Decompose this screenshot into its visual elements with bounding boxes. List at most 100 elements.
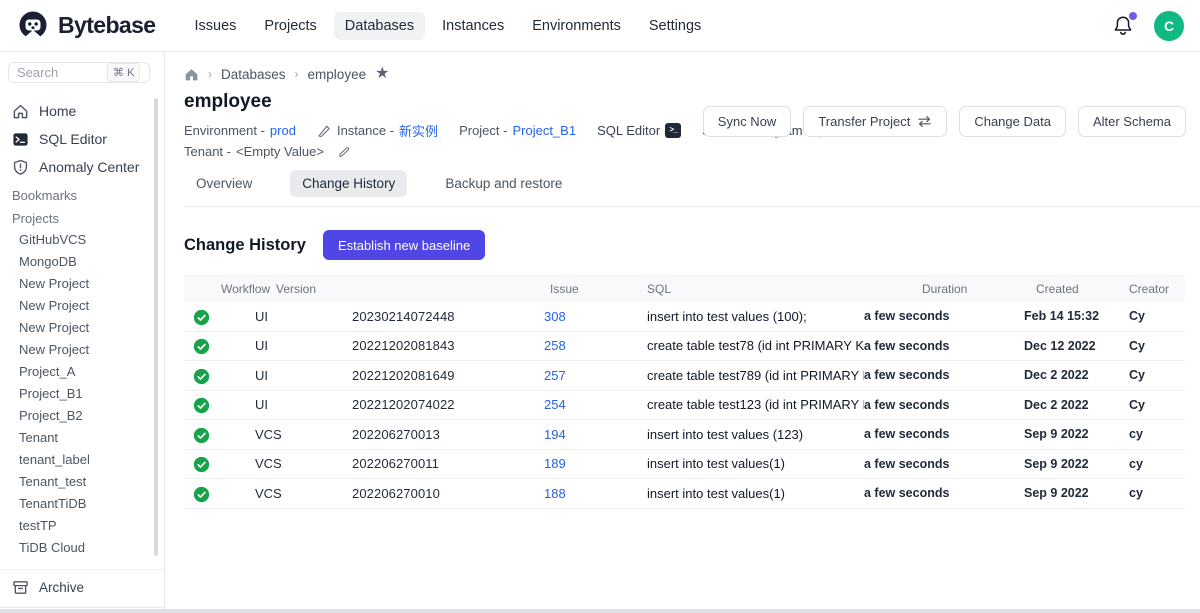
nav-item-settings[interactable]: Settings	[638, 12, 712, 40]
notifications-button[interactable]	[1112, 14, 1136, 38]
sql-cell: insert into test values (100);	[639, 309, 864, 324]
sidebar-item-label: Anomaly Center	[39, 159, 139, 175]
transfer-project-button[interactable]: Transfer Project	[803, 106, 947, 137]
issue-link[interactable]: 257	[544, 368, 566, 383]
search-input[interactable]	[17, 65, 103, 80]
environment-label: Environment -	[184, 123, 265, 138]
success-check-icon	[184, 366, 219, 385]
archive-icon	[12, 579, 29, 596]
sql-cell: create table test78 (id int PRIMARY KEY)	[639, 338, 864, 353]
duration-cell: a few seconds	[864, 398, 1024, 412]
success-check-icon	[184, 395, 219, 414]
project-item-testtp[interactable]: testTP	[0, 515, 164, 537]
workflow-cell: UI	[219, 338, 274, 353]
issue-link[interactable]: 258	[544, 338, 566, 353]
sidebar-item-home[interactable]: Home	[0, 97, 164, 125]
project-item-tidb-cloud[interactable]: TiDB Cloud	[0, 537, 164, 559]
issue-link[interactable]: 194	[544, 427, 566, 442]
top-nav: Bytebase IssuesProjectsDatabasesInstance…	[0, 0, 1200, 52]
created-cell: Dec 12 2022	[1024, 339, 1119, 353]
project-item-mongodb[interactable]: MongoDB	[0, 251, 164, 273]
tabs: Overview Change History Backup and restore	[184, 170, 1200, 197]
history-row[interactable]: UI20221202081843258create table test78 (…	[184, 332, 1185, 362]
edit-pencil-icon[interactable]	[337, 145, 351, 159]
button-label: Transfer Project	[818, 114, 910, 129]
version-cell: 20221202081649	[274, 368, 544, 383]
change-history-header: Change History Establish new baseline	[184, 230, 1200, 260]
project-item-githubvcs[interactable]: GitHubVCS	[0, 229, 164, 251]
search-box[interactable]: ⌘ K	[8, 62, 150, 83]
bytebase-logo[interactable]: Bytebase	[16, 9, 155, 43]
version-cell: 20230214072448	[274, 309, 544, 324]
environment-link[interactable]: prod	[270, 123, 296, 138]
breadcrumb-current[interactable]: employee	[308, 67, 367, 82]
home-icon	[12, 103, 29, 120]
project-item-new-project[interactable]: New Project	[0, 339, 164, 361]
sidebar-scrollbar[interactable]	[154, 98, 158, 556]
project-item-tenant-test[interactable]: Tenant_test	[0, 471, 164, 493]
project-item-tenant-label[interactable]: tenant_label	[0, 449, 164, 471]
sql-editor-link[interactable]: SQL Editor	[597, 123, 660, 138]
tenant-value: <Empty Value>	[236, 144, 324, 159]
project-item-new-project[interactable]: New Project	[0, 317, 164, 339]
breadcrumb-home-icon[interactable]	[184, 67, 199, 82]
issue-link[interactable]: 254	[544, 397, 566, 412]
duration-cell: a few seconds	[864, 309, 1024, 323]
workflow-cell: VCS	[219, 427, 274, 442]
bookmarks-section-label: Bookmarks	[0, 181, 164, 206]
instance-label: Instance -	[337, 123, 394, 138]
issue-link[interactable]: 308	[544, 309, 566, 324]
sql-editor-icon[interactable]: >_	[665, 123, 681, 138]
sidebar-item-label: Home	[39, 103, 76, 119]
success-check-icon	[184, 454, 219, 473]
history-row[interactable]: UI20221202081649257create table test789 …	[184, 361, 1185, 391]
sidebar-divider	[0, 569, 164, 570]
created-cell: Sep 9 2022	[1024, 457, 1119, 471]
history-row[interactable]: VCS202206270011189insert into test value…	[184, 450, 1185, 480]
issue-link[interactable]: 189	[544, 456, 566, 471]
tab-overview[interactable]: Overview	[184, 170, 264, 197]
breadcrumb-databases[interactable]: Databases	[221, 67, 286, 82]
workflow-cell: VCS	[219, 486, 274, 501]
history-row[interactable]: VCS202206270013194insert into test value…	[184, 420, 1185, 450]
instance-link[interactable]: 新实例	[399, 121, 438, 140]
col-workflow: Workflow	[219, 282, 274, 296]
tab-change-history[interactable]: Change History	[290, 170, 407, 197]
project-item-tenant[interactable]: Tenant	[0, 427, 164, 449]
breadcrumb-separator: ›	[208, 67, 212, 81]
issue-link[interactable]: 188	[544, 486, 566, 501]
nav-item-projects[interactable]: Projects	[253, 12, 327, 40]
sidebar-item-archive[interactable]: Archive	[0, 574, 164, 601]
project-item-tenanttidb[interactable]: TenantTiDB	[0, 493, 164, 515]
history-row[interactable]: VCS202206270010188insert into test value…	[184, 479, 1185, 509]
project-item-new-project[interactable]: New Project	[0, 295, 164, 317]
history-row[interactable]: UI20221202074022254create table test123 …	[184, 391, 1185, 421]
sidebar-nav: Home SQL Editor	[0, 97, 164, 181]
sync-now-button[interactable]: Sync Now	[703, 106, 792, 137]
establish-baseline-button[interactable]: Establish new baseline	[323, 230, 485, 260]
creator-cell: Cy	[1119, 339, 1185, 353]
project-item-project-a[interactable]: Project_A	[0, 361, 164, 383]
project-item-project-b1[interactable]: Project_B1	[0, 383, 164, 405]
change-data-button[interactable]: Change Data	[959, 106, 1066, 137]
nav-item-instances[interactable]: Instances	[431, 12, 515, 40]
tenant-label: Tenant -	[184, 144, 231, 159]
alter-schema-button[interactable]: Alter Schema	[1078, 106, 1186, 137]
terminal-icon	[12, 131, 29, 148]
user-avatar[interactable]: C	[1154, 11, 1184, 41]
nav-item-environments[interactable]: Environments	[521, 12, 632, 40]
sidebar-item-sql-editor[interactable]: SQL Editor	[0, 125, 164, 153]
project-item-project-b2[interactable]: Project_B2	[0, 405, 164, 427]
nav-item-issues[interactable]: Issues	[183, 12, 247, 40]
project-link[interactable]: Project_B1	[512, 123, 576, 138]
nav-item-databases[interactable]: Databases	[334, 12, 425, 40]
tab-backup-and-restore[interactable]: Backup and restore	[433, 170, 574, 197]
duration-cell: a few seconds	[864, 427, 1024, 441]
creator-cell: Cy	[1119, 309, 1185, 323]
sidebar-item-anomaly-center[interactable]: Anomaly Center	[0, 153, 164, 181]
project-item-new-project[interactable]: New Project	[0, 273, 164, 295]
page-actions: Sync Now Transfer Project Change Data Alter…	[703, 106, 1186, 137]
created-cell: Dec 2 2022	[1024, 398, 1119, 412]
bookmark-star-icon[interactable]: ★	[375, 66, 389, 82]
history-row[interactable]: UI20230214072448308insert into test valu…	[184, 302, 1185, 332]
